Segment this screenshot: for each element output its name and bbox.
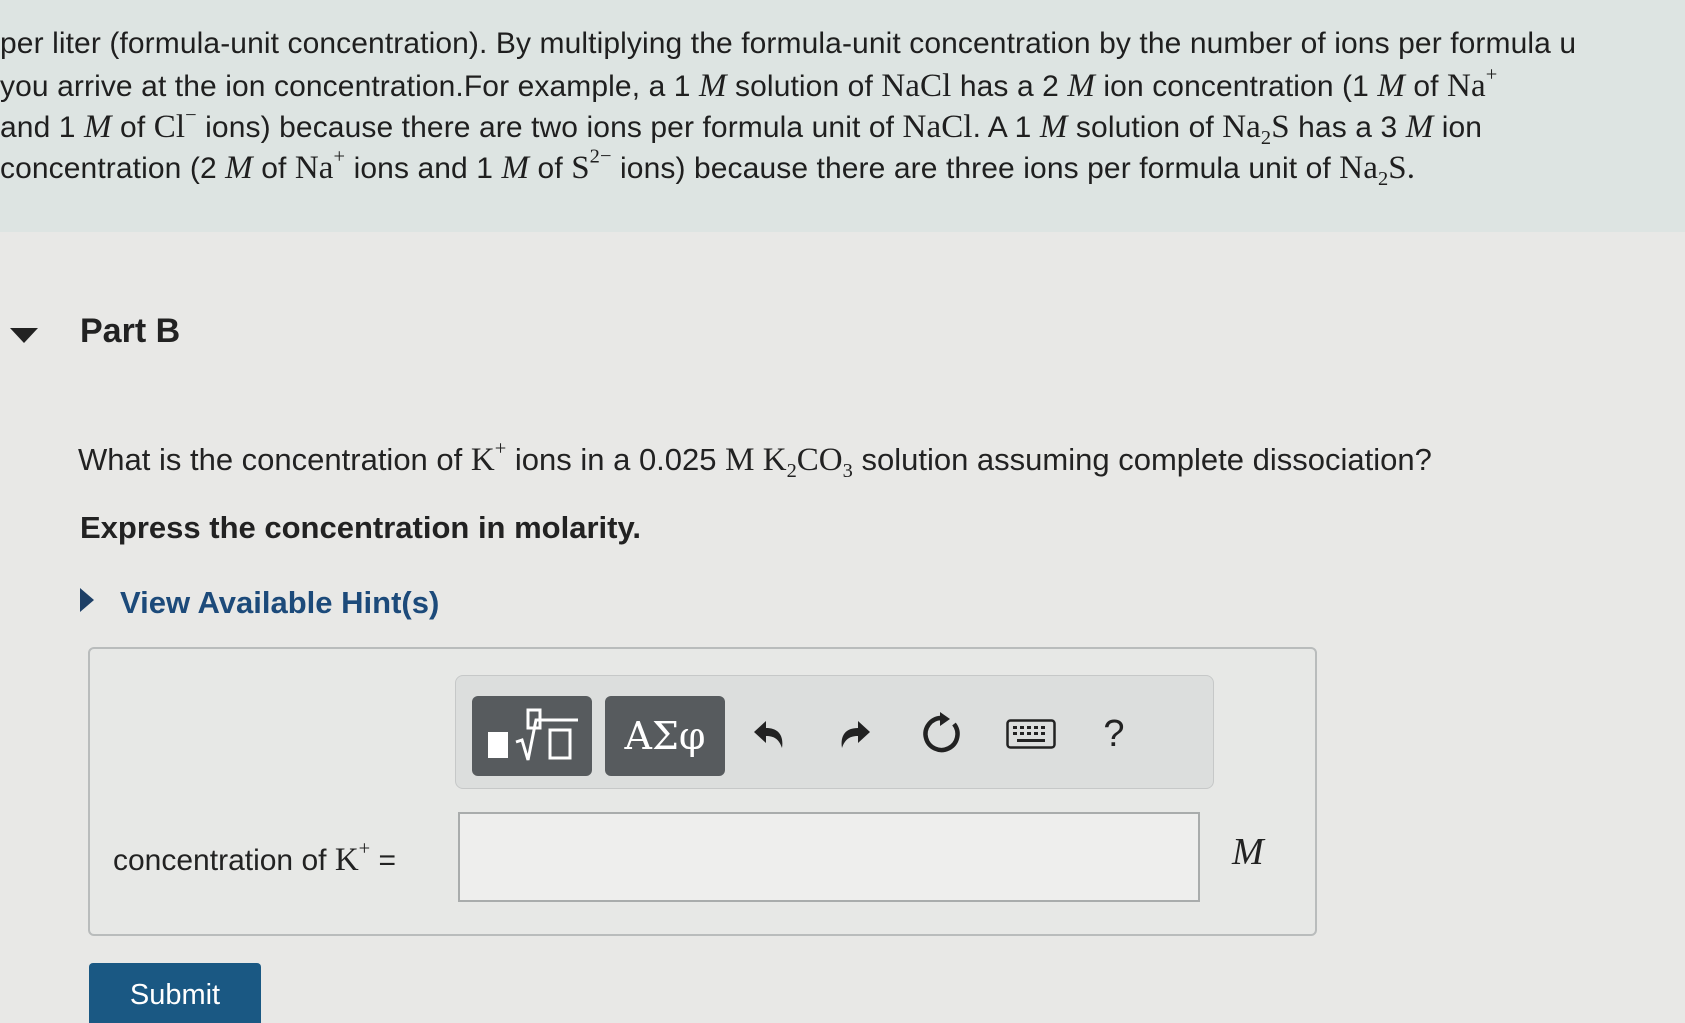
- view-hints-link[interactable]: View Available Hint(s): [120, 585, 439, 621]
- answer-input[interactable]: [458, 812, 1200, 902]
- math-toolbar: ΑΣφ ?: [455, 675, 1214, 789]
- greek-symbols-button[interactable]: ΑΣφ: [605, 696, 725, 776]
- submit-button[interactable]: Submit: [89, 963, 261, 1023]
- expand-triangle-icon[interactable]: [80, 588, 94, 612]
- redo-icon[interactable]: [826, 704, 886, 764]
- intro-line-4: concentration (2 M of Na+ ions and 1 M o…: [0, 145, 1416, 191]
- templates-radical-icon[interactable]: [472, 696, 592, 776]
- reset-icon[interactable]: [911, 704, 971, 764]
- intro-panel: per liter (formula-unit concentration). …: [0, 0, 1685, 232]
- part-b-title[interactable]: Part B: [80, 312, 180, 351]
- help-button[interactable]: ?: [1084, 704, 1144, 764]
- undo-icon[interactable]: [738, 704, 798, 764]
- collapse-triangle-icon[interactable]: [10, 328, 38, 343]
- keyboard-icon[interactable]: [1001, 704, 1061, 764]
- intro-line-1: per liter (formula-unit concentration). …: [0, 27, 1576, 61]
- intro-line-3: and 1 M of Cl− ions) because there are t…: [0, 104, 1483, 150]
- answer-label: concentration of K+ =: [113, 837, 397, 878]
- intro-cut-line: [0, 0, 8, 18]
- intro-text: per liter (formula-unit concentration). …: [0, 27, 1577, 60]
- unit-label: M: [1232, 831, 1264, 873]
- question-text: What is the concentration of K+ ions in …: [78, 437, 1432, 483]
- intro-line-2: you arrive at the ion concentration.For …: [0, 63, 1498, 104]
- instruction-text: Express the concentration in molarity.: [80, 510, 642, 545]
